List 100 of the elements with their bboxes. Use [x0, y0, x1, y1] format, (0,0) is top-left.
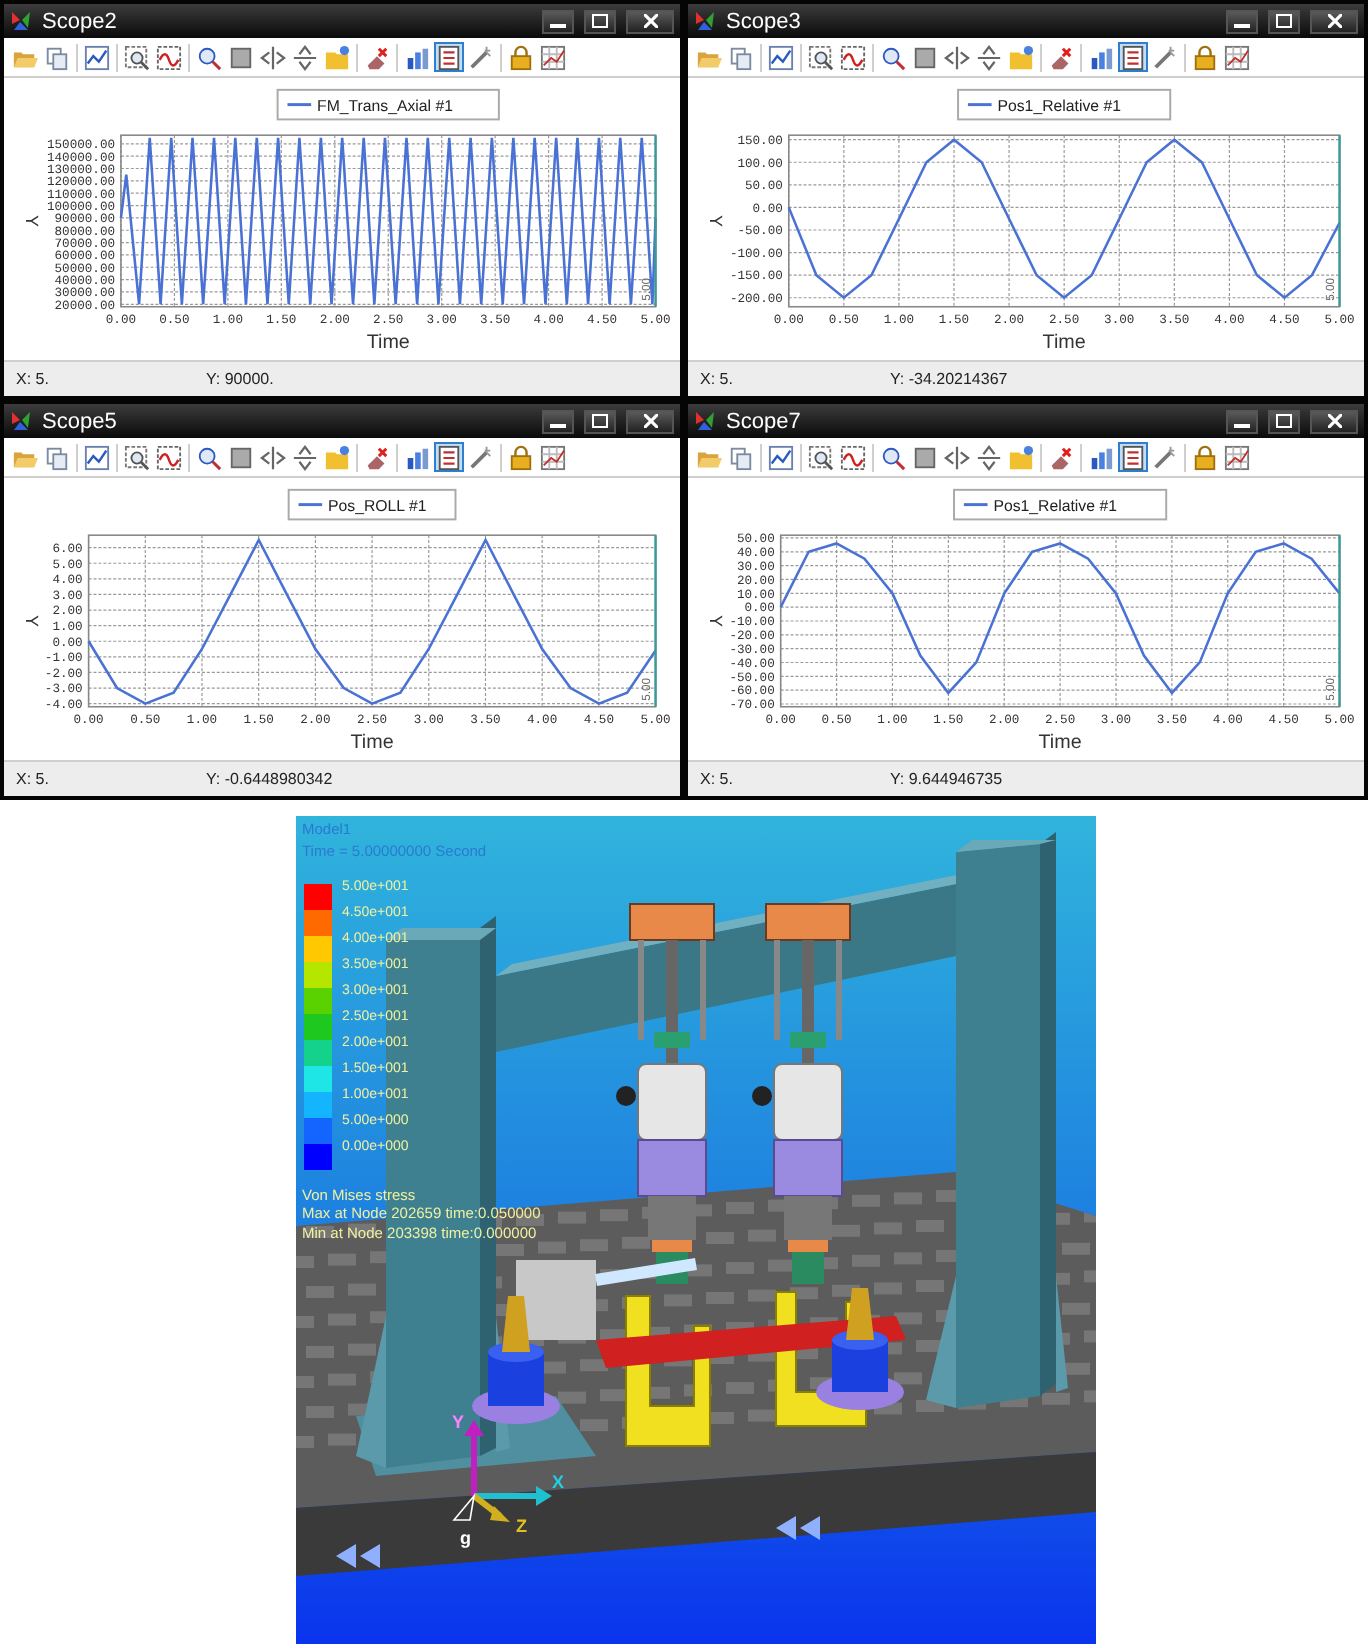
- folder-icon[interactable]: [1006, 442, 1036, 472]
- status-x: X: 5.: [700, 370, 735, 388]
- flip-vertical-icon[interactable]: [290, 42, 320, 72]
- list-icon[interactable]: [434, 442, 464, 472]
- wave-icon[interactable]: [838, 42, 868, 72]
- minimize-button[interactable]: [542, 409, 574, 433]
- lock-icon[interactable]: [506, 442, 536, 472]
- minimize-button[interactable]: [1226, 409, 1258, 433]
- copy-icon[interactable]: [42, 42, 72, 72]
- magnifier-icon[interactable]: [122, 442, 152, 472]
- eraser-icon[interactable]: [1046, 442, 1076, 472]
- flip-vertical-icon[interactable]: [974, 442, 1004, 472]
- maximize-icon: [592, 414, 608, 428]
- axis-label: Z: [516, 1516, 527, 1536]
- legend-label: FM_Trans_Axial #1: [317, 96, 453, 115]
- close-icon: [643, 14, 657, 28]
- status-y: Y: -34.20214367: [890, 370, 1008, 388]
- grid-chart-icon[interactable]: [538, 42, 568, 72]
- line-chart-icon[interactable]: [82, 442, 112, 472]
- maximize-button[interactable]: [1268, 409, 1300, 433]
- maximize-icon: [592, 14, 608, 28]
- app-icon: [10, 410, 32, 432]
- maximize-icon: [1276, 414, 1292, 428]
- axis-title: Time: [366, 332, 410, 355]
- grid-chart-icon[interactable]: [1222, 42, 1252, 72]
- magnifier-icon[interactable]: [806, 442, 836, 472]
- copy-icon[interactable]: [726, 42, 756, 72]
- xy-zoom-icon[interactable]: [194, 42, 224, 72]
- flip-vertical-icon[interactable]: [290, 442, 320, 472]
- square-icon[interactable]: [910, 442, 940, 472]
- copy-icon[interactable]: [42, 442, 72, 472]
- flip-horizontal-icon[interactable]: [258, 442, 288, 472]
- wave-icon[interactable]: [154, 42, 184, 72]
- line-chart-icon[interactable]: [82, 42, 112, 72]
- xy-zoom-icon[interactable]: [878, 442, 908, 472]
- minimize-button[interactable]: [542, 9, 574, 33]
- grid-chart-icon[interactable]: [538, 442, 568, 472]
- square-icon[interactable]: [226, 442, 256, 472]
- window-title: Scope5: [42, 409, 119, 433]
- lock-icon[interactable]: [1190, 442, 1220, 472]
- wave-icon[interactable]: [838, 442, 868, 472]
- status-x: X: 5.: [16, 370, 51, 388]
- eraser-icon[interactable]: [362, 42, 392, 72]
- window-title: Scope2: [42, 9, 119, 33]
- close-icon: [1327, 414, 1341, 428]
- folder-icon[interactable]: [1006, 42, 1036, 72]
- app-icon: [10, 10, 32, 32]
- status-x: X: 5.: [16, 770, 51, 788]
- minimize-button[interactable]: [1226, 9, 1258, 33]
- chevron-icon: [776, 1516, 820, 1540]
- magnifier-icon[interactable]: [122, 42, 152, 72]
- square-icon[interactable]: [226, 42, 256, 72]
- folder-icon[interactable]: [322, 42, 352, 72]
- close-button[interactable]: [1310, 9, 1358, 33]
- lock-icon[interactable]: [1190, 42, 1220, 72]
- maximize-button[interactable]: [584, 409, 616, 433]
- list-icon[interactable]: [1118, 42, 1148, 72]
- status-y: Y: -0.6448980342: [206, 770, 333, 788]
- list-icon[interactable]: [1118, 442, 1148, 472]
- xy-zoom-icon[interactable]: [878, 42, 908, 72]
- axis-title: Y: [22, 615, 43, 627]
- grid-chart-icon[interactable]: [1222, 442, 1252, 472]
- lock-icon[interactable]: [506, 42, 536, 72]
- folder-icon[interactable]: [322, 442, 352, 472]
- close-icon: [643, 414, 657, 428]
- axis-label: Y: [452, 1412, 465, 1432]
- flip-horizontal-icon[interactable]: [942, 42, 972, 72]
- close-button[interactable]: [1310, 409, 1358, 433]
- wand-icon[interactable]: [1150, 442, 1180, 472]
- list-icon[interactable]: [434, 42, 464, 72]
- flip-horizontal-icon[interactable]: [258, 42, 288, 72]
- copy-icon[interactable]: [726, 442, 756, 472]
- line-chart-icon[interactable]: [766, 42, 796, 72]
- window-title: Scope3: [726, 9, 803, 33]
- wave-icon[interactable]: [154, 442, 184, 472]
- status-x: X: 5.: [700, 770, 735, 788]
- status-y: Y: 9.644946735: [890, 770, 1003, 788]
- panel-drawing: [516, 1260, 596, 1340]
- flip-vertical-icon[interactable]: [974, 42, 1004, 72]
- wand-icon[interactable]: [1150, 42, 1180, 72]
- base-drawing: [816, 1288, 904, 1410]
- maximize-button[interactable]: [584, 9, 616, 33]
- maximize-icon: [1276, 14, 1292, 28]
- close-button[interactable]: [626, 409, 674, 433]
- eraser-icon[interactable]: [362, 442, 392, 472]
- eraser-icon[interactable]: [1046, 42, 1076, 72]
- window-title: Scope7: [726, 409, 803, 433]
- axis-label: X: [552, 1472, 565, 1492]
- square-icon[interactable]: [910, 42, 940, 72]
- flip-horizontal-icon[interactable]: [942, 442, 972, 472]
- wand-icon[interactable]: [466, 442, 496, 472]
- close-button[interactable]: [626, 9, 674, 33]
- maximize-button[interactable]: [1268, 9, 1300, 33]
- app-icon: [694, 410, 716, 432]
- axis-title: Y: [706, 615, 727, 627]
- wand-icon[interactable]: [466, 42, 496, 72]
- magnifier-icon[interactable]: [806, 42, 836, 72]
- legend-label: Pos_ROLL #1: [328, 496, 427, 515]
- xy-zoom-icon[interactable]: [194, 442, 224, 472]
- line-chart-icon[interactable]: [766, 442, 796, 472]
